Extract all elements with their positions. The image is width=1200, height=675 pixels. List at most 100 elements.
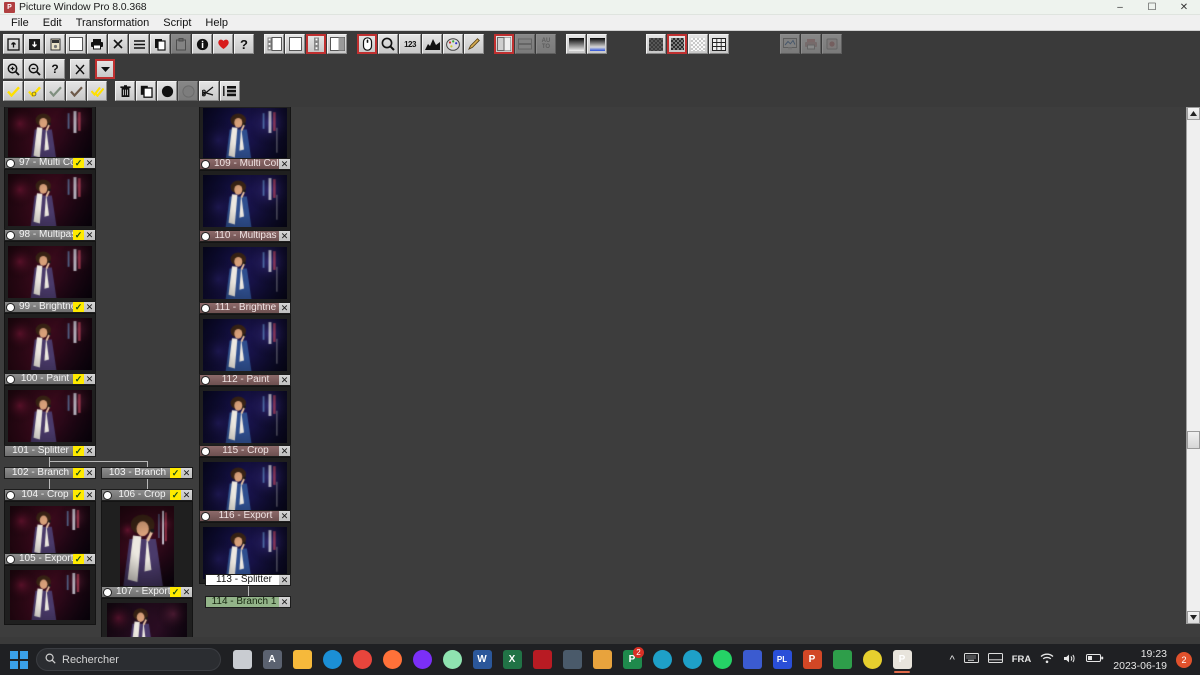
node-close-icon[interactable]: ✕ — [181, 490, 192, 500]
node-tree-workspace[interactable]: 97 - Multi Co ✓ ✕ 109 - Multi Col ✕ 98 - Mult… — [0, 107, 1200, 637]
node-active-radio[interactable] — [201, 375, 210, 385]
zoom-help-icon[interactable]: ? — [45, 59, 65, 79]
save-as-icon[interactable] — [45, 34, 65, 54]
wifi-icon[interactable] — [1040, 653, 1054, 667]
grid-icon[interactable] — [709, 34, 729, 54]
language-indicator[interactable]: FRA — [1012, 654, 1032, 665]
node-close-icon[interactable]: ✕ — [279, 159, 290, 169]
node-titlebar[interactable]: 111 - Brightne ✕ — [199, 302, 291, 314]
soft-proof-icon[interactable] — [822, 34, 842, 54]
menu-edit[interactable]: Edit — [36, 16, 69, 30]
node-active-radio[interactable] — [6, 302, 15, 312]
pencil-tool-icon[interactable] — [464, 34, 484, 54]
node-titlebar[interactable]: 106 - Crop ✓ ✕ — [101, 489, 193, 501]
node-thumbnail[interactable] — [4, 385, 96, 447]
node-active-radio[interactable] — [201, 231, 210, 241]
node-thumbnail[interactable] — [199, 170, 291, 232]
node-close-icon[interactable]: ✕ — [84, 158, 95, 168]
save-image-icon[interactable] — [24, 34, 44, 54]
node-titlebar[interactable]: 103 - Branch ✓ ✕ — [101, 467, 193, 479]
palette-icon[interactable] — [443, 34, 463, 54]
tree-node-101[interactable]: 101 - Splitter ✓ ✕ — [4, 445, 96, 457]
stacked-panes-icon[interactable] — [515, 34, 535, 54]
node-active-radio[interactable] — [103, 587, 112, 597]
node-thumbnail[interactable] — [4, 169, 96, 231]
node-close-icon[interactable]: ✕ — [279, 511, 290, 521]
node-thumbnail[interactable] — [199, 314, 291, 376]
tree-node-104[interactable]: 104 - Crop ✓ ✕ — [4, 489, 96, 561]
node-close-icon[interactable]: ✕ — [84, 302, 95, 312]
node-applied-check-icon[interactable]: ✓ — [73, 302, 84, 312]
scroll-down-arrow[interactable] — [1187, 611, 1200, 624]
node-thumbnail[interactable] — [4, 313, 96, 375]
delete-trash-icon[interactable] — [115, 81, 135, 101]
node-applied-check-icon[interactable]: ✓ — [73, 230, 84, 240]
node-titlebar[interactable]: 105 - Export ✓ ✕ — [4, 553, 96, 565]
pdf-editor-icon[interactable] — [527, 645, 557, 675]
list-icon[interactable] — [129, 34, 149, 54]
node-close-icon[interactable]: ✕ — [84, 490, 95, 500]
notes-icon[interactable] — [827, 645, 857, 675]
node-active-radio[interactable] — [6, 374, 15, 384]
menu-transformation[interactable]: Transformation — [69, 16, 157, 30]
numbers-123-icon[interactable]: 123 — [399, 34, 421, 54]
sync-icon-1[interactable] — [647, 645, 677, 675]
node-active-radio[interactable] — [201, 303, 210, 313]
close-button[interactable]: ✕ — [1168, 0, 1200, 15]
node-titlebar[interactable]: 113 - Splitter ✕ — [205, 574, 291, 586]
firefox-icon[interactable] — [377, 645, 407, 675]
whatsapp-icon[interactable] — [707, 645, 737, 675]
tree-node-102[interactable]: 102 - Branch ✓ ✕ — [4, 467, 96, 479]
tree-node-111[interactable]: 111 - Brightne ✕ — [199, 302, 291, 376]
tree-node-103[interactable]: 103 - Branch ✓ ✕ — [101, 467, 193, 479]
tree-node-106[interactable]: 106 - Crop ✓ ✕ — [101, 489, 193, 591]
circle-empty-icon[interactable] — [178, 81, 198, 101]
tree-node-t2[interactable] — [199, 107, 291, 165]
notification-badge[interactable]: 2 — [1176, 651, 1192, 668]
tree-node-100[interactable]: 100 - Paint ✓ ✕ — [4, 373, 96, 447]
clock[interactable]: 19:23 2023-06-19 — [1113, 648, 1167, 672]
node-close-icon[interactable]: ✕ — [279, 597, 290, 607]
excel-icon[interactable]: X — [497, 645, 527, 675]
tree-node-115[interactable]: 115 - Crop ✕ — [199, 445, 291, 519]
mail-icon[interactable] — [587, 645, 617, 675]
node-titlebar[interactable]: 112 - Paint ✕ — [199, 374, 291, 386]
gradient-gray-icon[interactable] — [566, 34, 586, 54]
pl-icon[interactable]: PL — [767, 645, 797, 675]
node-active-radio[interactable] — [6, 554, 15, 564]
apply-check-dot-icon[interactable] — [24, 81, 44, 101]
node-applied-check-icon[interactable]: ✓ — [73, 490, 84, 500]
start-button-icon[interactable] — [10, 650, 28, 669]
tree-node-105[interactable]: 105 - Export ✓ ✕ — [4, 553, 96, 625]
menu-help[interactable]: Help — [198, 16, 235, 30]
node-applied-check-icon[interactable]: ✓ — [73, 446, 84, 456]
picture-window-pro-icon[interactable]: P — [887, 645, 917, 675]
node-applied-check-icon[interactable]: ✓ — [73, 554, 84, 564]
word-icon[interactable]: W — [467, 645, 497, 675]
node-applied-check-icon[interactable]: ✓ — [170, 587, 181, 597]
node-titlebar[interactable]: 100 - Paint ✓ ✕ — [4, 373, 96, 385]
node-close-icon[interactable]: ✕ — [84, 374, 95, 384]
touchpad-icon[interactable] — [987, 653, 1003, 666]
check-double-icon[interactable] — [87, 81, 107, 101]
tree-node-109[interactable]: 109 - Multi Col ✕ — [199, 158, 291, 232]
file-explorer-icon[interactable] — [287, 645, 317, 675]
battery-icon[interactable] — [1086, 653, 1104, 666]
node-thumbnail[interactable] — [4, 565, 96, 625]
node-close-icon[interactable]: ✕ — [279, 575, 290, 585]
swoosh-icon[interactable] — [737, 645, 767, 675]
compare-panes-icon[interactable] — [494, 34, 514, 54]
node-titlebar[interactable]: 114 - Branch 1 ✕ — [205, 596, 291, 608]
histogram-icon[interactable] — [422, 34, 442, 54]
duplicate-icon[interactable] — [136, 81, 156, 101]
node-applied-check-icon[interactable]: ✓ — [170, 490, 181, 500]
tree-node-114[interactable]: 114 - Branch 1 ✕ — [205, 596, 291, 608]
tree-node-113[interactable]: 113 - Splitter ✕ — [205, 574, 291, 586]
chrome-icon[interactable] — [347, 645, 377, 675]
close-image-icon[interactable] — [108, 34, 128, 54]
zoom-tool-icon[interactable] — [378, 34, 398, 54]
node-close-icon[interactable]: ✕ — [181, 468, 192, 478]
checker-mid-icon[interactable] — [667, 34, 687, 54]
node-close-icon[interactable]: ✕ — [84, 446, 95, 456]
node-active-radio[interactable] — [201, 511, 210, 521]
